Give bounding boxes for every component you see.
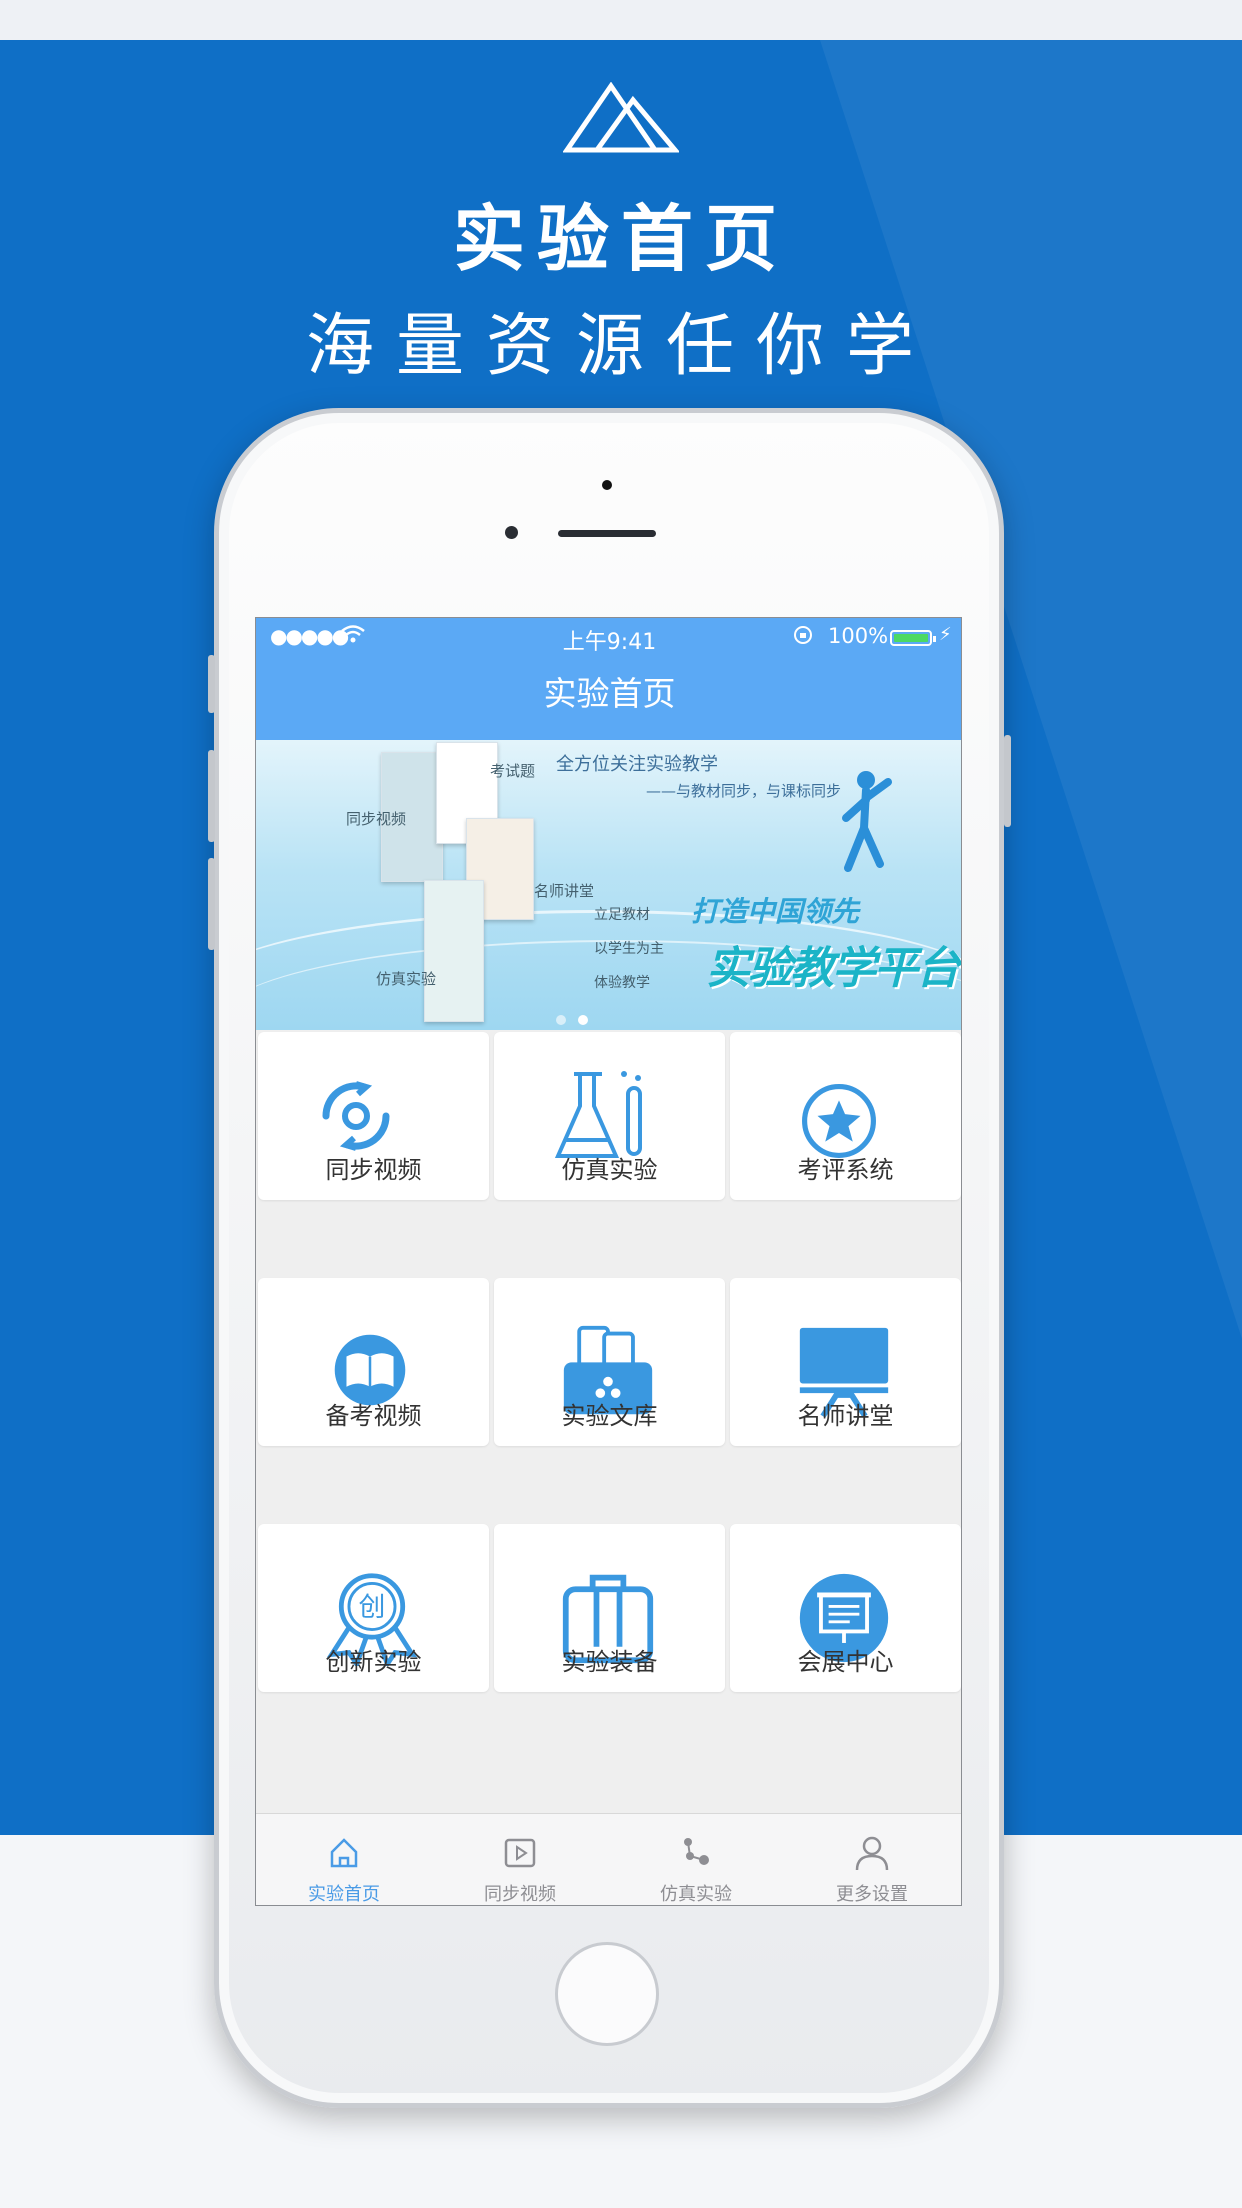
grid-item-label: 考评系统	[797, 1156, 894, 1184]
banner-photo-equipment	[424, 880, 484, 1022]
grid-item-master-lecture[interactable]: 名师讲堂	[730, 1278, 961, 1446]
grid-item-label: 名师讲堂	[797, 1402, 894, 1430]
banner-subheadline: ——与教材同步，与课标同步	[646, 782, 842, 800]
banner-slogan-1: 打造中国领先	[691, 895, 860, 928]
grid-item-equipment[interactable]: 实验装备	[494, 1524, 725, 1692]
banner-label: 同步视频	[346, 810, 407, 828]
home-icon	[330, 1838, 358, 1868]
hero-title: 实验首页	[452, 197, 789, 281]
banner-headline: 全方位关注实验教学	[556, 754, 718, 775]
grid-item-label: 会展中心	[797, 1648, 894, 1676]
volume-up-button	[208, 750, 215, 842]
tab-label: 实验首页	[308, 1884, 380, 1905]
runner-figure-icon	[842, 771, 892, 872]
tab-label: 同步视频	[484, 1884, 556, 1905]
user-icon	[855, 1836, 889, 1871]
tab-settings[interactable]: 更多设置	[784, 1814, 960, 1905]
grid-item-label: 实验文库	[561, 1402, 658, 1430]
grid-item-evaluation[interactable]: 考评系统	[730, 1032, 961, 1200]
mountain-logo-icon	[563, 82, 679, 153]
battery-icon	[890, 630, 936, 646]
grid-item-label: 实验装备	[561, 1648, 658, 1676]
tab-bar: 实验首页 同步视频 仿真实验 更多设置	[256, 1813, 961, 1905]
banner-bullet: 立足教材	[594, 907, 650, 923]
status-bar: ●●●●● 上午9:41 100% ⚡	[256, 618, 961, 658]
grid-item-exam-video[interactable]: 备考视频	[258, 1278, 489, 1446]
app-screen: ●●●●● 上午9:41 100% ⚡ 实验首页 同步视频 考试题 名师讲堂 仿…	[255, 617, 962, 1906]
carousel-dot-active[interactable]	[578, 1015, 588, 1025]
carousel-dots[interactable]	[556, 1010, 600, 1029]
tab-label: 仿真实验	[660, 1884, 732, 1905]
banner-bullet: 体验教学	[594, 975, 650, 991]
grid-item-library[interactable]: 实验文库	[494, 1278, 725, 1446]
banner-label: 仿真实验	[376, 970, 437, 988]
battery-percent: 100%	[828, 624, 889, 648]
grid-item-label: 仿真实验	[561, 1156, 658, 1184]
mute-switch	[208, 655, 215, 713]
tab-label: 更多设置	[836, 1884, 908, 1905]
grid-item-exhibition[interactable]: 会展中心	[730, 1524, 961, 1692]
molecule-icon	[684, 1838, 709, 1865]
grid-item-innovation[interactable]: 创 创新实验	[258, 1524, 489, 1692]
medal-char: 创	[359, 1592, 386, 1623]
nav-title: 实验首页	[256, 658, 961, 740]
earpiece-speaker	[558, 530, 656, 537]
volume-down-button	[208, 858, 215, 950]
hero-subtitle: 海量资源任你学	[305, 307, 936, 386]
tab-home[interactable]: 实验首页	[256, 1814, 432, 1905]
banner-carousel[interactable]: 同步视频 考试题 名师讲堂 仿真实验 全方位关注实验教学 ——与教材同步，与课标…	[256, 740, 961, 1030]
carousel-dot[interactable]	[556, 1015, 566, 1025]
grid-item-label: 备考视频	[325, 1402, 422, 1430]
home-button[interactable]	[555, 1942, 659, 2046]
top-strip	[0, 0, 1242, 40]
proximity-sensor	[505, 526, 518, 539]
banner-bullets: 立足教材 以学生为主 体验教学	[594, 898, 664, 1000]
banner-slogan-2: 实验教学平台	[706, 943, 960, 994]
tab-sync-video[interactable]: 同步视频	[432, 1814, 608, 1905]
grid-item-simulation[interactable]: 仿真实验	[494, 1032, 725, 1200]
banner-label: 考试题	[490, 762, 536, 780]
bolt-icon: ⚡	[939, 624, 952, 645]
grid-item-label: 创新实验	[325, 1648, 422, 1676]
banner-bullet: 以学生为主	[594, 941, 664, 957]
front-camera	[602, 480, 612, 490]
rotation-lock-icon	[792, 624, 814, 651]
banner-label: 名师讲堂	[534, 882, 595, 900]
tab-simulation[interactable]: 仿真实验	[608, 1814, 784, 1905]
power-button	[1004, 735, 1011, 827]
grid-item-label: 同步视频	[325, 1156, 422, 1184]
grid-item-sync-video[interactable]: 同步视频	[258, 1032, 489, 1200]
play-icon	[504, 1838, 536, 1868]
